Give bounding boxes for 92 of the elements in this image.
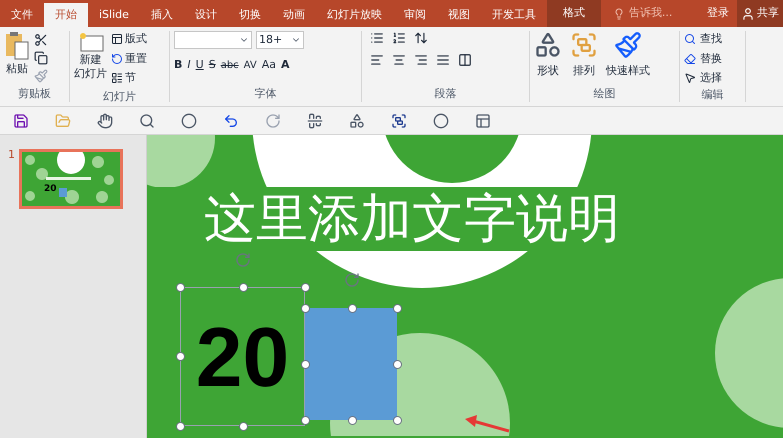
ribbon-tab[interactable]: 格式 xyxy=(546,0,601,27)
resize-handle[interactable] xyxy=(348,304,357,313)
ribbon-tab[interactable]: 切换 xyxy=(228,3,272,27)
slide-number: 1 xyxy=(8,149,15,160)
pointer-icon xyxy=(684,72,696,84)
ribbon-tab[interactable]: iSlide xyxy=(88,3,140,27)
clipboard-icon xyxy=(4,31,30,61)
ribbon-tab[interactable]: 审阅 xyxy=(392,3,437,27)
resize-handle[interactable] xyxy=(301,360,310,369)
arrange-icon xyxy=(570,31,598,59)
share-button[interactable]: 共享 xyxy=(737,0,783,27)
font-format-button[interactable]: Aa xyxy=(262,57,276,74)
ribbon-tab[interactable]: 设计 xyxy=(184,3,228,27)
section-icon xyxy=(111,72,123,84)
tell-me-input[interactable]: 告诉我... xyxy=(628,5,689,22)
quick-styles-button[interactable]: 快速样式 xyxy=(606,31,650,84)
font-format-button[interactable]: A xyxy=(280,57,290,74)
columns-icon[interactable] xyxy=(458,53,472,67)
cut-icon[interactable] xyxy=(34,33,48,47)
line-spacing-icon[interactable] xyxy=(414,31,428,45)
group-label: 编辑 xyxy=(702,88,724,100)
font-format-button[interactable]: B xyxy=(174,57,182,74)
arrow-drawing xyxy=(465,415,511,433)
align-center-icon[interactable] xyxy=(392,53,406,67)
sign-in-button[interactable]: 登录 xyxy=(699,0,737,27)
group-label: 剪贴板 xyxy=(18,87,51,100)
copy-icon[interactable] xyxy=(34,51,48,65)
font-format-button[interactable]: U xyxy=(196,57,204,74)
paste-button[interactable]: 粘贴 xyxy=(4,31,30,84)
save-icon[interactable] xyxy=(13,112,29,128)
resize-handle[interactable] xyxy=(239,283,248,292)
font-format-button[interactable]: I xyxy=(187,57,191,74)
reset-icon xyxy=(111,52,123,65)
shapes-icon xyxy=(534,31,562,59)
resize-handle[interactable] xyxy=(176,352,185,361)
resize-handle[interactable] xyxy=(176,422,185,431)
resize-handle[interactable] xyxy=(176,283,185,292)
bullet-list-icon[interactable] xyxy=(370,31,384,45)
slide-thumbnail[interactable]: 20 xyxy=(19,149,123,209)
group-label: 段落 xyxy=(434,87,456,100)
undo-icon[interactable] xyxy=(223,112,239,128)
arrange-button[interactable]: 排列 xyxy=(570,31,598,84)
layout-icon xyxy=(111,33,123,46)
font-format-button[interactable]: S xyxy=(208,57,216,74)
group-label: 绘图 xyxy=(594,87,616,100)
preview-icon[interactable] xyxy=(139,112,155,128)
person-icon xyxy=(741,6,755,20)
resize-handle[interactable] xyxy=(393,304,402,313)
lightbulb-icon xyxy=(612,8,625,20)
touch-icon[interactable] xyxy=(97,112,113,128)
rotate-handle[interactable] xyxy=(235,252,251,268)
shapes-icon[interactable] xyxy=(349,112,365,128)
ribbon-tab[interactable]: 幻灯片放映 xyxy=(316,3,393,27)
brush-icon xyxy=(614,31,642,59)
new-slide-button[interactable]: 新建 幻灯片 xyxy=(74,31,107,86)
section-button[interactable]: 节 xyxy=(111,70,147,86)
replace-button[interactable]: 替换 xyxy=(684,50,741,67)
new-slide-icon xyxy=(78,31,104,53)
font-format-button[interactable]: AV xyxy=(244,58,257,73)
resize-handle[interactable] xyxy=(301,304,310,313)
align-left-icon[interactable] xyxy=(370,53,384,67)
search-icon xyxy=(684,33,696,46)
align-icon[interactable] xyxy=(307,112,323,128)
ribbon-tab[interactable]: 开发工具 xyxy=(480,3,547,27)
rotate-handle[interactable] xyxy=(344,272,360,288)
group-label: 幻灯片 xyxy=(103,90,136,102)
justify-icon[interactable] xyxy=(436,53,450,67)
font-format-button[interactable]: abc xyxy=(220,58,239,73)
shapes-button[interactable]: 形状 xyxy=(534,31,562,84)
ribbon-tab[interactable]: 视图 xyxy=(436,3,481,27)
tell-me-field[interactable]: 告诉我... xyxy=(604,0,697,27)
ribbon-tab[interactable]: 插入 xyxy=(140,3,184,27)
ribbon-tab[interactable]: 开始 xyxy=(44,3,88,27)
ribbon-tab[interactable]: 动画 xyxy=(272,3,316,27)
slide-title: 这里添加文字说明 xyxy=(204,193,620,245)
number-text: 20 xyxy=(196,314,290,398)
resize-handle[interactable] xyxy=(301,416,310,425)
group-label: 字体 xyxy=(254,87,276,100)
thumbnail-number: 20 xyxy=(44,185,57,194)
resize-handle[interactable] xyxy=(239,422,248,431)
font-name-field[interactable] xyxy=(174,31,252,49)
reset-button[interactable]: 重置 xyxy=(111,50,147,67)
layout-button[interactable]: 版式 xyxy=(111,31,147,48)
resize-handle[interactable] xyxy=(301,283,310,292)
ribbon-tab[interactable]: 文件 xyxy=(0,3,44,27)
find-button[interactable]: 查找 xyxy=(684,31,741,48)
select-button[interactable]: 选择 xyxy=(684,70,741,86)
text-box-icon[interactable] xyxy=(475,112,491,128)
font-size-field[interactable]: 18+ xyxy=(256,31,304,49)
numbered-list-icon[interactable] xyxy=(392,31,406,45)
align-right-icon[interactable] xyxy=(414,53,428,67)
group-icon[interactable] xyxy=(391,112,407,128)
